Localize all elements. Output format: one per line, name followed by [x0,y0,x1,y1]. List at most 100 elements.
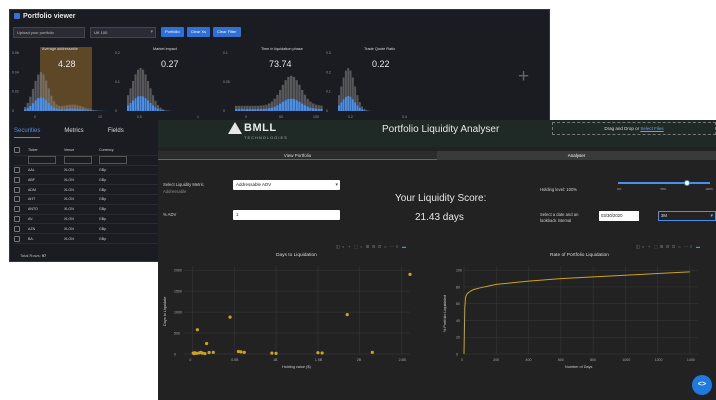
table-row[interactable]: ABF XLON GBp [14,175,164,186]
scatter-point[interactable] [408,272,412,276]
currency-filter-input[interactable] [99,156,127,165]
histogram-time-in-liquidation[interactable]: Time in liquidation phase 73.74 0.1 0.05 0 0 5… [223,44,327,121]
histogram-bar-selected [243,109,246,111]
table-row[interactable]: BA. XLON GBp [14,234,164,244]
table-row[interactable]: ANTO XLON GBp [14,205,164,215]
tab-analyser[interactable]: Analyser [437,151,716,160]
portfolio-button[interactable]: Portfolio [161,27,184,37]
row-checkbox[interactable] [14,215,20,222]
scatter-point[interactable] [345,313,349,317]
y-tick-label: 0 [223,109,225,113]
code-toggle-button[interactable]: <> [692,375,712,395]
x-tick-label: 1400 [687,358,695,362]
lookback-select[interactable]: 3M [658,211,716,221]
liquidity-metric-select[interactable]: Addressable ADV [233,180,340,190]
histogram-bar-selected [292,99,296,111]
venue-filter-input[interactable] [64,156,92,165]
histogram-bar-selected [139,95,142,111]
table-row[interactable]: AHT XLON GBp [14,195,164,205]
histogram-bar-selected [147,100,150,111]
histogram-title: Trade Quote Ratio [364,47,395,51]
x-tick-label: 0.2 [348,115,353,119]
scatter-point[interactable] [274,351,278,355]
y-tick-label: 0.06 [12,51,19,55]
scatter-point[interactable] [203,351,207,356]
scatter-point[interactable] [205,341,209,346]
histogram-market-impact[interactable]: Market impact 0.27 0.2 0.1 0 0.5 1 [115,44,211,121]
scatter-point[interactable] [239,350,243,354]
histogram-title: Market impact [153,47,178,51]
clear-filter-button[interactable]: Clear Filter [213,27,241,37]
row-checkbox[interactable] [14,176,20,183]
select-all-checkbox[interactable] [14,147,20,154]
scatter-point[interactable] [228,315,232,319]
y-axis-label: % Portfolio Liquidated [443,295,447,332]
slider-handle[interactable] [684,180,690,186]
file-dropzone[interactable]: Drag and Drop or Select Files [552,122,716,135]
histogram-bar-selected [303,105,307,111]
add-chart-icon[interactable]: + [518,66,529,88]
table-row[interactable]: AZN XLON GBp [14,224,164,235]
ticker-filter-input[interactable] [28,156,56,165]
histogram-bar-selected [363,110,366,111]
y-tick-label: 0.2 [326,70,331,74]
column-header-venue[interactable]: Venue [64,148,99,152]
scatter-point[interactable] [211,350,215,354]
upload-portfolio-input[interactable]: Upload your portfolio [13,26,85,38]
row-checkbox[interactable] [14,166,20,173]
table-row[interactable]: AAL XLON GBp [14,166,164,176]
row-checkbox[interactable] [14,235,20,242]
y-tick-label: 60 [456,302,460,306]
tab-securities[interactable]: Securities [14,128,41,138]
histogram-bar-selected [265,108,268,111]
x-tick-label: 1B [273,358,278,362]
histogram-trade-quote-ratio[interactable]: Trade Quote Ratio 0.22 0.3 0.2 0.1 0 0.2 0.4 [326,44,416,121]
row-checkbox[interactable] [14,225,20,232]
scatter-point[interactable] [316,351,320,355]
row-checkbox[interactable] [14,196,20,203]
table-row[interactable]: ADM XLON GBp [14,185,164,195]
liquidation-line[interactable] [463,271,690,355]
select-files-link[interactable]: Select Files [640,126,663,131]
holding-level-slider[interactable] [618,180,710,186]
table-cell: AAL [28,167,35,172]
scatter-point[interactable] [270,351,274,355]
scatter-point[interactable] [195,328,199,332]
table-row[interactable]: AV. XLON GBp [14,215,164,225]
tab-view-portfolio[interactable]: View Portfolio [158,151,437,160]
histogram-bar-selected [37,98,40,111]
grid-rows: AAL XLON GBp ABF XLON GBp ADM XLON GBp AHT XLON GBp… [14,166,164,244]
index-select[interactable]: UK 100 [90,26,156,38]
tab-metrics[interactable]: Metrics [64,128,83,138]
row-checkbox[interactable] [14,206,20,213]
histogram-bar-selected [320,109,323,111]
table-cell: XLON [64,167,74,172]
rate-of-liquidation-chart[interactable]: 0204060801000 200 400 600 800 1000 1200 1400Num… [440,262,710,372]
column-header-currency[interactable]: Currency [99,148,139,152]
clear-xs-button[interactable]: Clear Xs [186,27,211,37]
scatter-point[interactable] [207,350,211,355]
column-header-ticker[interactable]: Ticker [28,148,64,152]
table-cell: AV. [28,216,34,221]
tab-fields[interactable]: Fields [108,128,124,138]
scatter-point[interactable] [242,350,246,354]
histogram-bar-selected [235,109,238,111]
adv-input[interactable]: 1 [233,210,340,220]
page-title: Portfolio Liquidity Analyser [382,124,500,135]
y-tick-label: 0.1 [326,90,331,94]
histogram-bar-selected [152,105,155,111]
date-picker[interactable]: 03/30/2020 [599,211,639,221]
slider-track-fill [618,182,710,184]
scatter-point[interactable] [320,351,324,355]
scatter-point[interactable] [370,350,374,354]
histogram-value: 73.74 [269,59,292,69]
histogram-average-addressable[interactable]: Average addressable 4.28 0.06 0.04 0.02 0 0 10 [12,44,112,121]
histogram-bar-selected [246,109,249,111]
y-tick-label: 0.05 [223,80,230,84]
days-to-liquidation-chart[interactable]: 0 500 1000 1500 2000 0 0.5B 1B 1.5B 2B 2.5B Holding… [160,262,422,372]
table-cell: GBp [99,167,107,172]
histogram-bar-selected [157,108,160,111]
histogram-bar-selected [34,100,37,111]
row-checkbox[interactable] [14,186,20,193]
x-tick-label: 0 [34,115,36,119]
